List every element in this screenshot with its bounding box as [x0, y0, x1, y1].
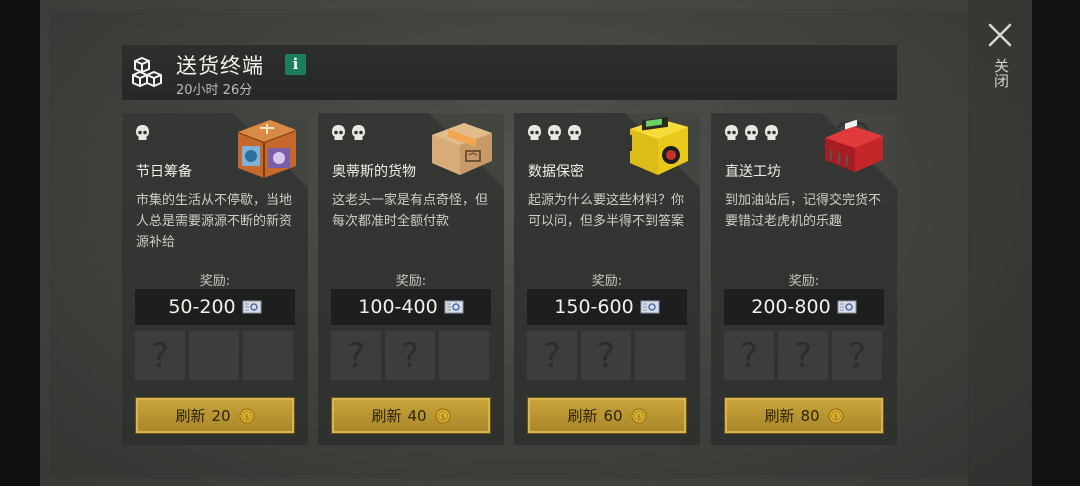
- delivery-card-1: 节日筹备 市集的生活从不停歇，当地人总是需要源源不断的新资源补给 奖励: 50-…: [122, 113, 308, 445]
- cubes-icon: [132, 56, 162, 88]
- refresh-label: 刷新: [371, 407, 402, 425]
- coin-icon: $: [239, 408, 255, 423]
- close-icon[interactable]: [985, 20, 1015, 50]
- refresh-cost: 20: [211, 406, 231, 425]
- refresh-button[interactable]: 刷新 20 $: [135, 397, 295, 434]
- reward-label: 奖励:: [395, 274, 427, 289]
- reward-slot[interactable]: [439, 331, 489, 380]
- svg-text:$: $: [833, 413, 837, 421]
- reward-slot[interactable]: ?: [832, 331, 882, 380]
- refresh-button[interactable]: 刷新 40 $: [331, 397, 491, 434]
- reward-range: 200-800: [751, 296, 831, 318]
- reward-slots: ? ? ?: [724, 331, 882, 380]
- skull-icon: [765, 125, 778, 140]
- letterbox-right: [1032, 0, 1080, 486]
- refresh-cost: 60: [603, 406, 623, 425]
- terminal-header: 送货终端 i 20小时 26分: [122, 45, 897, 100]
- reward-label: 奖励:: [591, 274, 623, 289]
- card-title: 节日筹备: [136, 164, 192, 180]
- slot-label: ?: [596, 335, 616, 376]
- reward-slot[interactable]: ?: [135, 331, 185, 380]
- reward-range: 150-600: [554, 296, 634, 318]
- danger-level-3: [723, 123, 780, 143]
- skull-icon: [136, 125, 149, 140]
- skull-icon: [352, 125, 365, 140]
- refresh-button[interactable]: 刷新 80 $: [724, 397, 884, 434]
- card-title: 直送工坊: [725, 164, 781, 180]
- slot-label: ?: [400, 335, 420, 376]
- skull-icon: [548, 125, 561, 140]
- skull-icon: [528, 125, 541, 140]
- skull-icon: [745, 125, 758, 140]
- reward-slot[interactable]: ?: [527, 331, 577, 380]
- card-description: 到加油站后，记得交完货不要错过老虎机的乐趣: [725, 193, 882, 229]
- reward-range: 50-200: [168, 296, 236, 318]
- biohazard-case-icon: [626, 116, 688, 175]
- reward-box: 150-600: [527, 289, 687, 325]
- reward-box: 50-200: [135, 289, 295, 325]
- red-toolbox-icon: [825, 119, 883, 172]
- delivery-card-3: 数据保密 起源为什么要这些材料？你可以问，但多半得不到答案 奖励: 150-60…: [514, 113, 700, 445]
- reward-slot[interactable]: [243, 331, 293, 380]
- reward-slot[interactable]: ?: [385, 331, 435, 380]
- page-title: 送货终端: [176, 54, 264, 78]
- skull-icon: [332, 125, 345, 140]
- reward-slots: ?: [135, 331, 293, 380]
- ticket-icon: [837, 300, 857, 314]
- danger-level-1: [134, 123, 151, 143]
- card-description: 这老头一家是有点奇怪，但每次都准时全额付款: [332, 193, 489, 229]
- info-icon[interactable]: i: [285, 54, 306, 75]
- reward-slot[interactable]: ?: [724, 331, 774, 380]
- danger-level-3: [526, 123, 583, 143]
- slot-label: ?: [150, 335, 170, 376]
- refresh-label: 刷新: [567, 407, 598, 425]
- close-label[interactable]: 关闭: [990, 58, 1010, 88]
- svg-text:$: $: [440, 413, 444, 421]
- refresh-cost: 40: [407, 406, 427, 425]
- reward-slots: ? ?: [331, 331, 489, 380]
- coin-icon: $: [435, 408, 451, 423]
- slot-label: ?: [346, 335, 366, 376]
- coin-icon: $: [828, 408, 844, 423]
- festival-crate-icon: [237, 120, 297, 178]
- refresh-cost: 80: [800, 406, 820, 425]
- skull-icon: [725, 125, 738, 140]
- card-description: 起源为什么要这些材料？你可以问，但多半得不到答案: [528, 193, 685, 229]
- slot-label: ?: [847, 335, 867, 376]
- slot-label: ?: [793, 335, 813, 376]
- ticket-icon: [640, 300, 660, 314]
- reward-label: 奖励:: [788, 274, 820, 289]
- reward-slot[interactable]: [635, 331, 685, 380]
- svg-text:$: $: [636, 413, 640, 421]
- reward-slot[interactable]: ?: [778, 331, 828, 380]
- refresh-label: 刷新: [175, 407, 206, 425]
- refresh-label: 刷新: [764, 407, 795, 425]
- delivery-card-2: 奥蒂斯的货物 这老头一家是有点奇怪，但每次都准时全额付款 奖励: 100-400…: [318, 113, 504, 445]
- coin-icon: $: [631, 408, 647, 423]
- reward-range: 100-400: [358, 296, 438, 318]
- ticket-icon: [444, 300, 464, 314]
- danger-level-2: [330, 123, 367, 143]
- card-description: 市集的生活从不停歇，当地人总是需要源源不断的新资源补给: [136, 193, 293, 250]
- reward-box: 100-400: [331, 289, 491, 325]
- card-title: 数据保密: [528, 164, 584, 180]
- slot-label: ?: [542, 335, 562, 376]
- ticket-icon: [242, 300, 262, 314]
- slot-label: ?: [739, 335, 759, 376]
- refresh-timer: 20小时 26分: [176, 83, 253, 98]
- svg-text:$: $: [244, 413, 248, 421]
- delivery-card-4: 直送工坊 到加油站后，记得交完货不要错过老虎机的乐趣 奖励: 200-800 ?…: [711, 113, 897, 445]
- close-button[interactable]: [985, 20, 1015, 50]
- reward-slot[interactable]: [189, 331, 239, 380]
- reward-slots: ? ?: [527, 331, 685, 380]
- letterbox-left: [0, 0, 40, 486]
- reward-box: 200-800: [724, 289, 884, 325]
- reward-slot[interactable]: ?: [581, 331, 631, 380]
- reward-label: 奖励:: [199, 274, 231, 289]
- cardboard-box-icon: [432, 123, 492, 175]
- refresh-button[interactable]: 刷新 60 $: [527, 397, 687, 434]
- skull-icon: [568, 125, 581, 140]
- card-title: 奥蒂斯的货物: [332, 164, 416, 180]
- reward-slot[interactable]: ?: [331, 331, 381, 380]
